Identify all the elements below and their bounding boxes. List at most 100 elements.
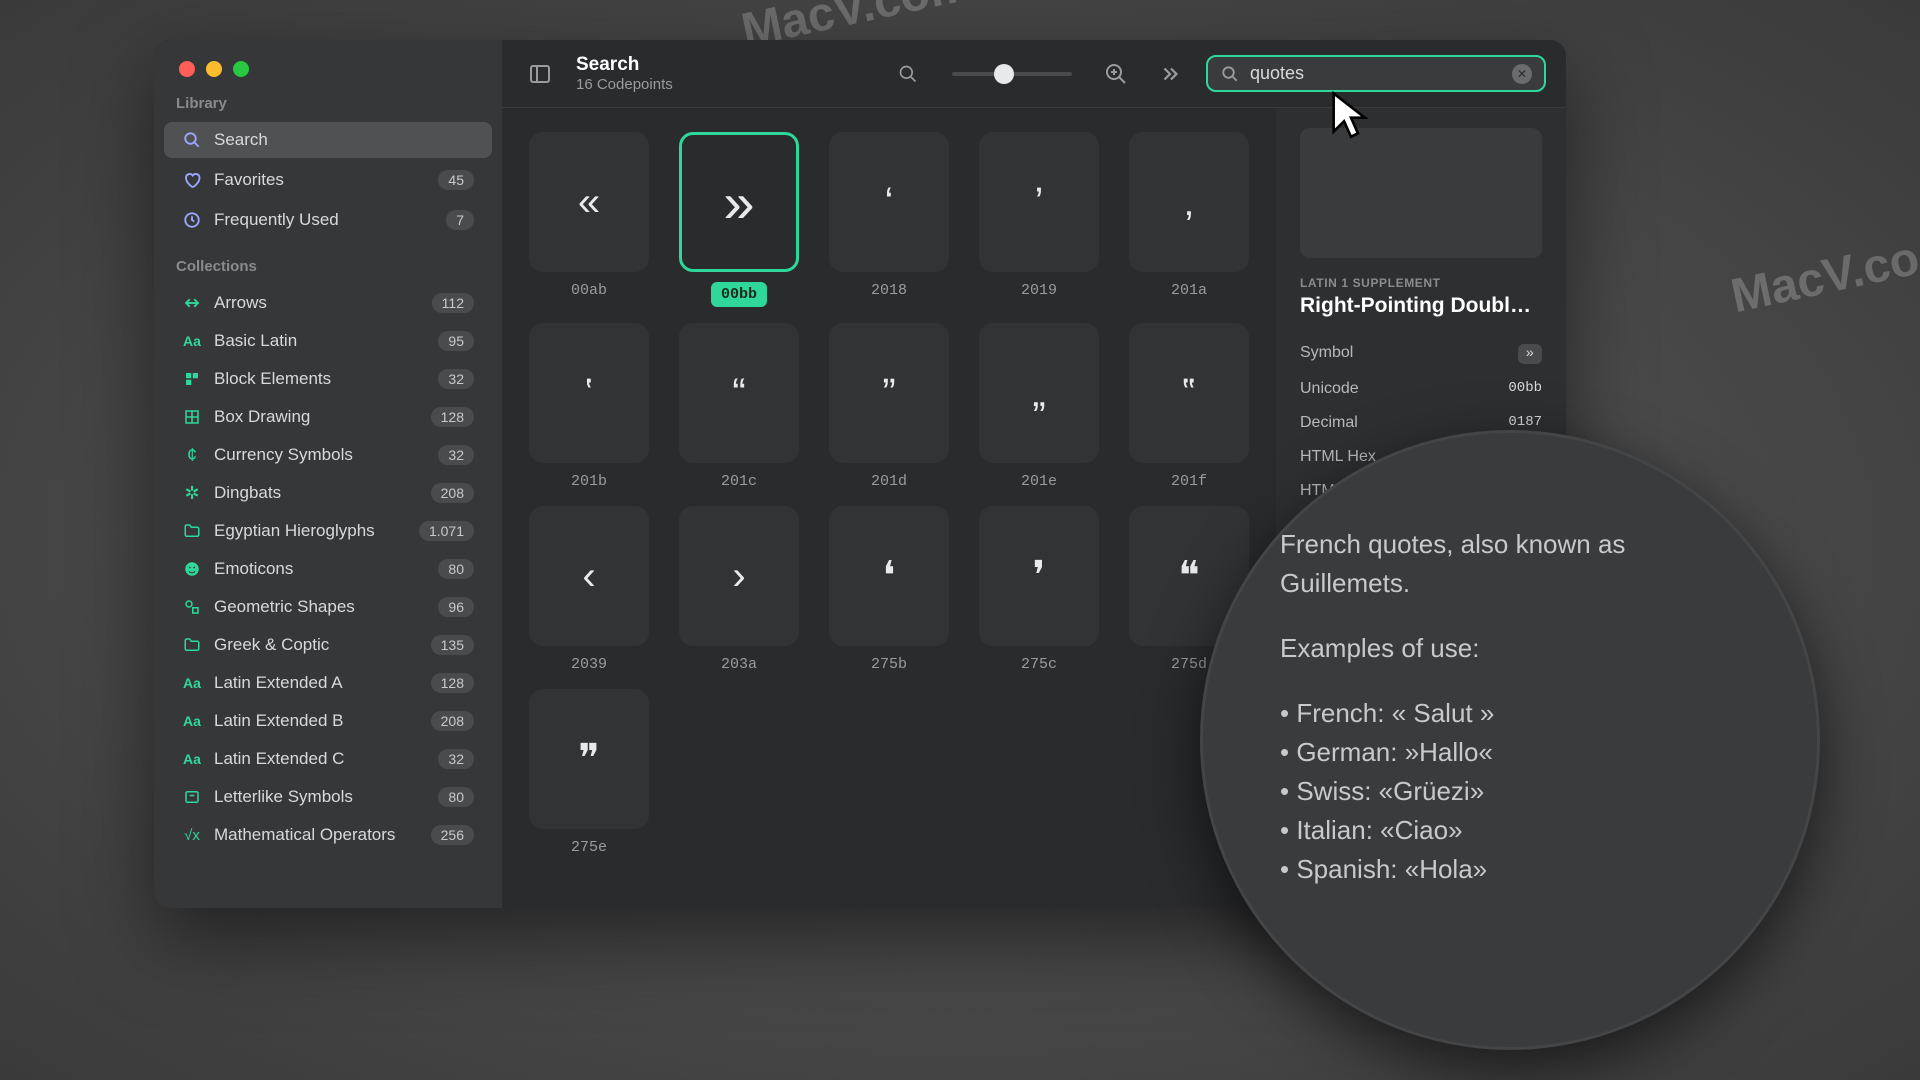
sidebar-item-favorites[interactable]: Favorites 45 [164, 162, 492, 198]
detail-label: Symbol [1300, 344, 1353, 364]
sidebar-item-label: Latin Extended A [214, 673, 343, 693]
count-badge: 95 [438, 331, 474, 351]
glyph-box[interactable]: ‛ [529, 323, 649, 463]
more-icon[interactable] [1152, 56, 1188, 92]
count-badge: 208 [431, 711, 474, 731]
glyph-box[interactable]: ❞ [529, 689, 649, 829]
shapes-icon [182, 597, 202, 617]
count-badge: 80 [438, 559, 474, 579]
slider-thumb[interactable] [994, 64, 1014, 84]
library-header: Library [154, 77, 502, 120]
glyph-box[interactable]: ‘ [829, 132, 949, 272]
glyph-box[interactable]: “ [679, 323, 799, 463]
sidebar-item-collection[interactable]: Box Drawing 128 [164, 399, 492, 435]
sparkle-icon: ✲ [182, 483, 202, 503]
sidebar-item-collection[interactable]: √xMathematical Operators256 [164, 817, 492, 853]
sidebar-item-collection[interactable]: ✲Dingbats208 [164, 475, 492, 511]
glyph-box[interactable]: ❜ [979, 506, 1099, 646]
sidebar-item-collection[interactable]: AaLatin Extended C32 [164, 741, 492, 777]
sidebar-item-collection[interactable]: AaLatin Extended A128 [164, 665, 492, 701]
glyph-code: 201b [571, 473, 607, 490]
glyph-cell: “201c [672, 323, 806, 490]
glyph-cell: ‛ 201b [522, 323, 656, 490]
sidebar-item-label: Box Drawing [214, 407, 310, 427]
face-icon [182, 559, 202, 579]
page-title: Search [576, 54, 673, 76]
sidebar-item-collection[interactable]: Emoticons80 [164, 551, 492, 587]
glyph-box[interactable]: › [679, 506, 799, 646]
sidebar-toggle-button[interactable] [522, 56, 558, 92]
glyph-code: 275d [1171, 656, 1207, 673]
count-badge: 135 [431, 635, 474, 655]
example-item: German: »Hallo« [1280, 733, 1740, 772]
glyph-box[interactable]: ‹ [529, 506, 649, 646]
detail-label: HTML Hex [1300, 448, 1376, 466]
glyph-code: 275c [1021, 656, 1057, 673]
description-intro: French quotes, also known as Guillemets. [1280, 525, 1740, 603]
examples-header: Examples of use: [1280, 629, 1740, 668]
sidebar-item-label: Block Elements [214, 369, 331, 389]
sidebar-item-collection[interactable]: Block Elements32 [164, 361, 492, 397]
zoom-slider[interactable] [952, 72, 1072, 76]
sidebar-item-frequent[interactable]: Frequently Used 7 [164, 202, 492, 238]
sidebar-item-label: Egyptian Hieroglyphs [214, 521, 375, 541]
count-badge: 112 [432, 293, 474, 313]
sidebar-item-collection[interactable]: AaLatin Extended B208 [164, 703, 492, 739]
glyph-box[interactable]: « [529, 132, 649, 272]
glyph-cell: ❞275e [522, 689, 656, 856]
heart-icon [182, 170, 202, 190]
glyph-cell: ‟201f [1122, 323, 1256, 490]
glyph-box[interactable]: ‟ [1129, 323, 1249, 463]
example-item: Spanish: «Hola» [1280, 850, 1740, 889]
sidebar-item-label: Arrows [214, 293, 267, 313]
glyph-box[interactable]: ’ [979, 132, 1099, 272]
glyph-box[interactable]: „ [979, 323, 1099, 463]
glyph-cell: « 00ab [522, 132, 656, 307]
glyph-box[interactable]: » [679, 132, 799, 272]
sidebar-item-collection[interactable]: Arrows 112 [164, 285, 492, 321]
clear-button[interactable]: ✕ [1512, 64, 1532, 84]
traffic-lights [154, 40, 502, 77]
zoom-in-icon[interactable] [1098, 56, 1134, 92]
search-icon [182, 130, 202, 150]
detail-value: 00bb [1508, 380, 1542, 398]
sidebar-item-collection[interactable]: AaBasic Latin95 [164, 323, 492, 359]
maximize-button[interactable] [233, 61, 249, 77]
glyph-preview [1300, 128, 1542, 258]
count-badge: 32 [438, 749, 474, 769]
sidebar-item-collection[interactable]: Letterlike Symbols80 [164, 779, 492, 815]
count-badge: 1.071 [419, 521, 474, 541]
glyph-cell: ”201d [822, 323, 956, 490]
magnifier-overlay: French quotes, also known as Guillemets.… [1200, 430, 1820, 1050]
glyph-code: 00bb [711, 282, 767, 307]
glyph-grid: «00ab»00bb‘2018’2019‚201a‛201b“201c”201d… [522, 132, 1256, 856]
count-badge: 128 [431, 407, 474, 427]
minimize-button[interactable] [206, 61, 222, 77]
glyph-box[interactable]: ‚ [1129, 132, 1249, 272]
toolbar: Search 16 Codepoints ✕ [502, 40, 1566, 108]
glyph-box[interactable]: ” [829, 323, 949, 463]
sidebar-item-collection[interactable]: Egyptian Hieroglyphs 1.071 [164, 513, 492, 549]
zoom-out-icon[interactable] [890, 56, 926, 92]
arrow-icon [182, 293, 202, 313]
title-block: Search 16 Codepoints [576, 54, 673, 93]
sidebar-item-collection[interactable]: Geometric Shapes96 [164, 589, 492, 625]
count-badge: 45 [438, 170, 474, 190]
count-badge: 80 [438, 787, 474, 807]
glyph-box[interactable]: ❛ [829, 506, 949, 646]
close-button[interactable] [179, 61, 195, 77]
glyph-cell: ❛275b [822, 506, 956, 673]
search-input[interactable] [1250, 63, 1502, 84]
search-box[interactable]: ✕ [1206, 55, 1546, 92]
box-icon [182, 407, 202, 427]
sidebar-item-label: Search [214, 130, 268, 150]
sidebar-item-search[interactable]: Search [164, 122, 492, 158]
sidebar-item-collection[interactable]: Greek & Coptic135 [164, 627, 492, 663]
sidebar-item-label: Favorites [214, 170, 284, 190]
collections-list: Arrows112AaBasic Latin95Block Elements32… [154, 283, 502, 908]
glyph-cell: ›203a [672, 506, 806, 673]
aa-icon: Aa [182, 711, 202, 731]
sidebar-item-collection[interactable]: ¢Currency Symbols32 [164, 437, 492, 473]
glyph-code: 00ab [571, 282, 607, 299]
sidebar-item-label: Basic Latin [214, 331, 297, 351]
